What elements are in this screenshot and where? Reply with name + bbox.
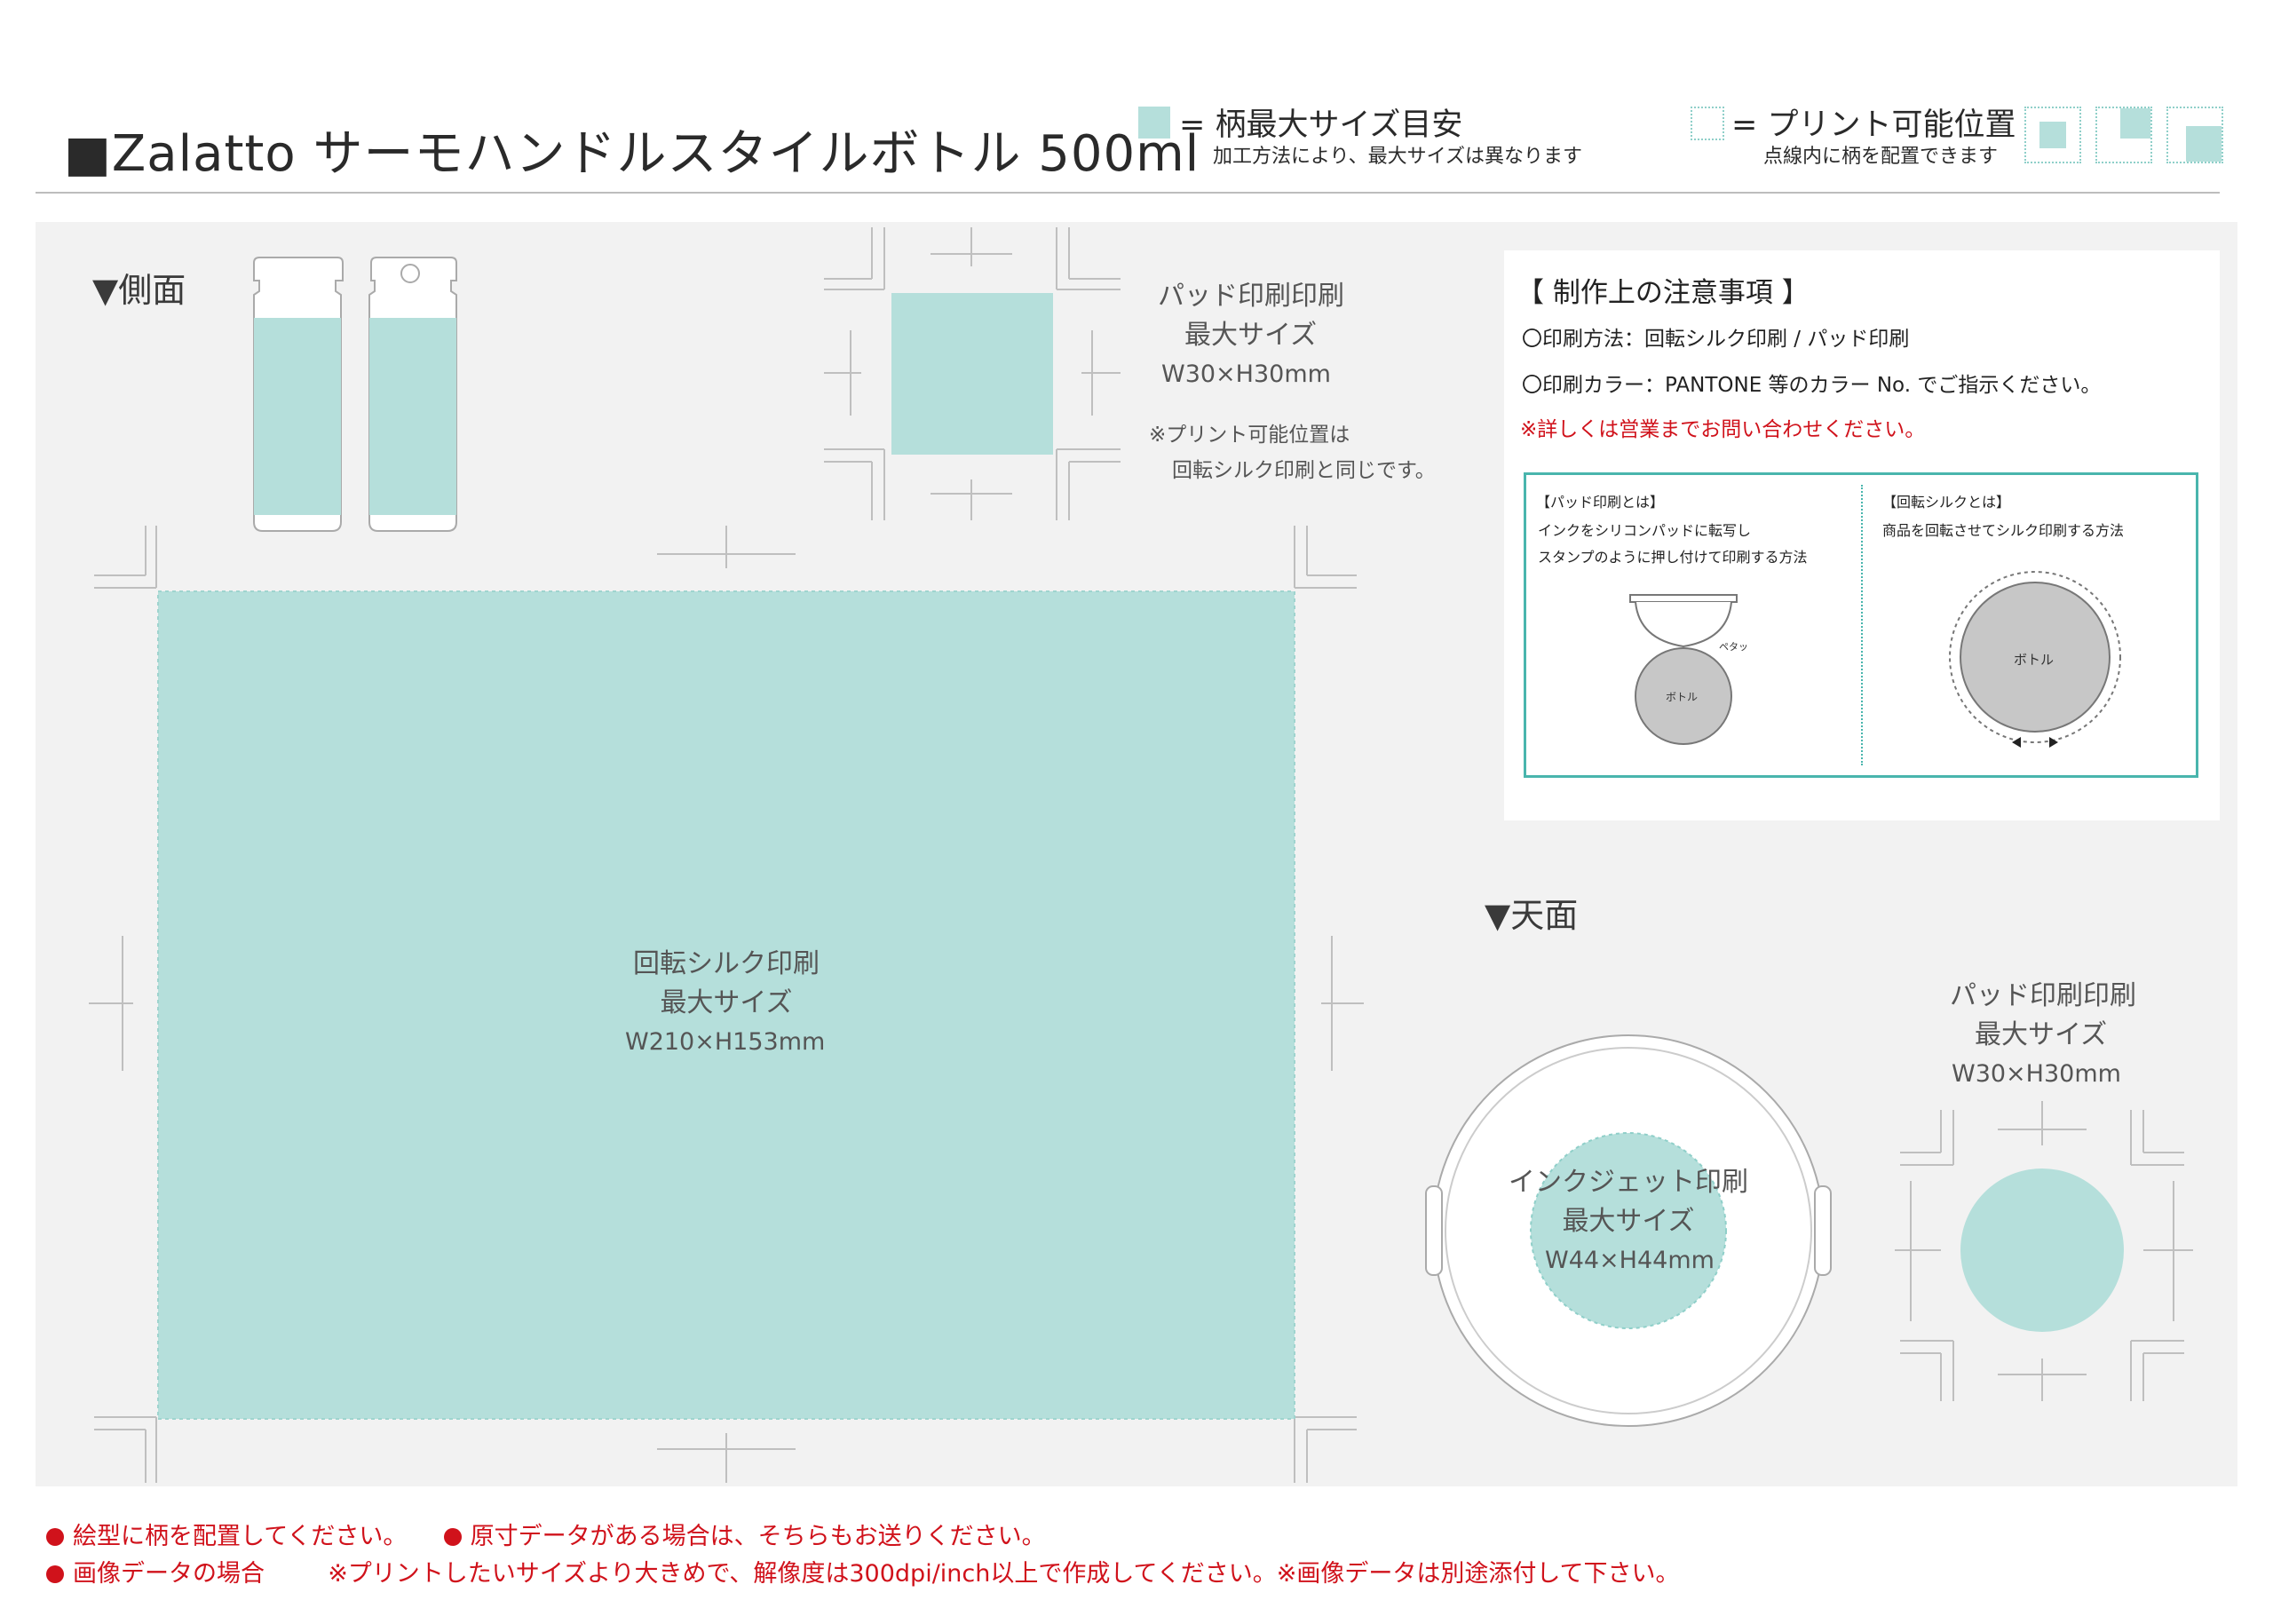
top-pad-print-area — [1960, 1168, 2124, 1332]
top-pad-label-line1: パッド印刷印刷 — [1950, 980, 2136, 1011]
side-pad-print-area — [891, 293, 1053, 455]
side-pad-size: W30×H30mm — [1161, 360, 1331, 388]
side-pad-note-line2: 回転シルク印刷と同じです。 — [1172, 459, 1436, 482]
pad-tag-text: ペタッ — [1719, 641, 1748, 653]
footer-note-3: 画像データの場合 — [73, 1560, 265, 1588]
bullet-icon — [46, 1565, 64, 1583]
notice-print-color: 〇印刷カラー：PANTONE 等のカラー No. でご指示ください。 — [1522, 374, 2102, 397]
footer-line1: 絵型に柄を配置してください。 原寸データがある場合は、そちらもお送りください。 — [46, 1517, 1046, 1551]
top-pad-size: W30×H30mm — [1952, 1060, 2121, 1088]
bullet-icon — [443, 1528, 462, 1546]
bottle-side-view — [368, 257, 457, 532]
inkjet-size: W44×H44mm — [1545, 1247, 1715, 1274]
silk-explainer-title: 【回転シルクとは】 — [1882, 494, 2011, 511]
silk-explainer-desc: 商品を回転させてシルク印刷する方法 — [1882, 522, 2125, 539]
footer-note-2: 原寸データがある場合は、そちらもお送りください。 — [470, 1523, 1046, 1550]
explainer-divider — [1861, 485, 1863, 765]
notice-print-method: 〇印刷方法：回転シルク印刷 / パッド印刷 — [1522, 328, 1910, 351]
pad-bottle-label: ボトル — [1666, 691, 1699, 703]
notice-heading: 【 制作上の注意事項 】 — [1517, 277, 1810, 309]
pad-explainer-line2: スタンプのように押し付けて印刷する方法 — [1538, 549, 1808, 566]
top-pad-label-line2: 最大サイズ — [1975, 1019, 2108, 1050]
bullet-icon — [46, 1528, 64, 1546]
footer-note-1: 絵型に柄を配置してください。 — [73, 1523, 408, 1550]
pad-explainer-line1: インクをシリコンパッドに転写し — [1538, 522, 1752, 539]
side-pad-note-line1: ※プリント可能位置は — [1149, 424, 1350, 447]
footer-line2: 画像データの場合 ※プリントしたいサイズより大きめで、解像度は300dpi/in… — [46, 1554, 1680, 1588]
pad-explainer-title: 【パッド印刷とは】 — [1536, 494, 1665, 511]
silk-bottle-label: ボトル — [2014, 652, 2055, 668]
footer-note-4: ※プリントしたいサイズより大きめで、解像度は300dpi/inch以上で作成して… — [328, 1560, 1680, 1588]
notice-warning: ※詳しくは営業までお問い合わせください。 — [1520, 418, 1926, 441]
silk-label-line2: 最大サイズ — [660, 987, 793, 1018]
side-pad-label-line2: 最大サイズ — [1184, 320, 1318, 351]
bottle-front-view — [253, 257, 344, 532]
inkjet-label-line2: 最大サイズ — [1562, 1206, 1695, 1237]
side-pad-label-line1: パッド印刷印刷 — [1158, 281, 1344, 312]
inkjet-label-line1: インクジェット印刷 — [1509, 1167, 1748, 1198]
silk-size: W210×H153mm — [625, 1028, 826, 1056]
silk-label-line1: 回転シルク印刷 — [633, 948, 820, 979]
